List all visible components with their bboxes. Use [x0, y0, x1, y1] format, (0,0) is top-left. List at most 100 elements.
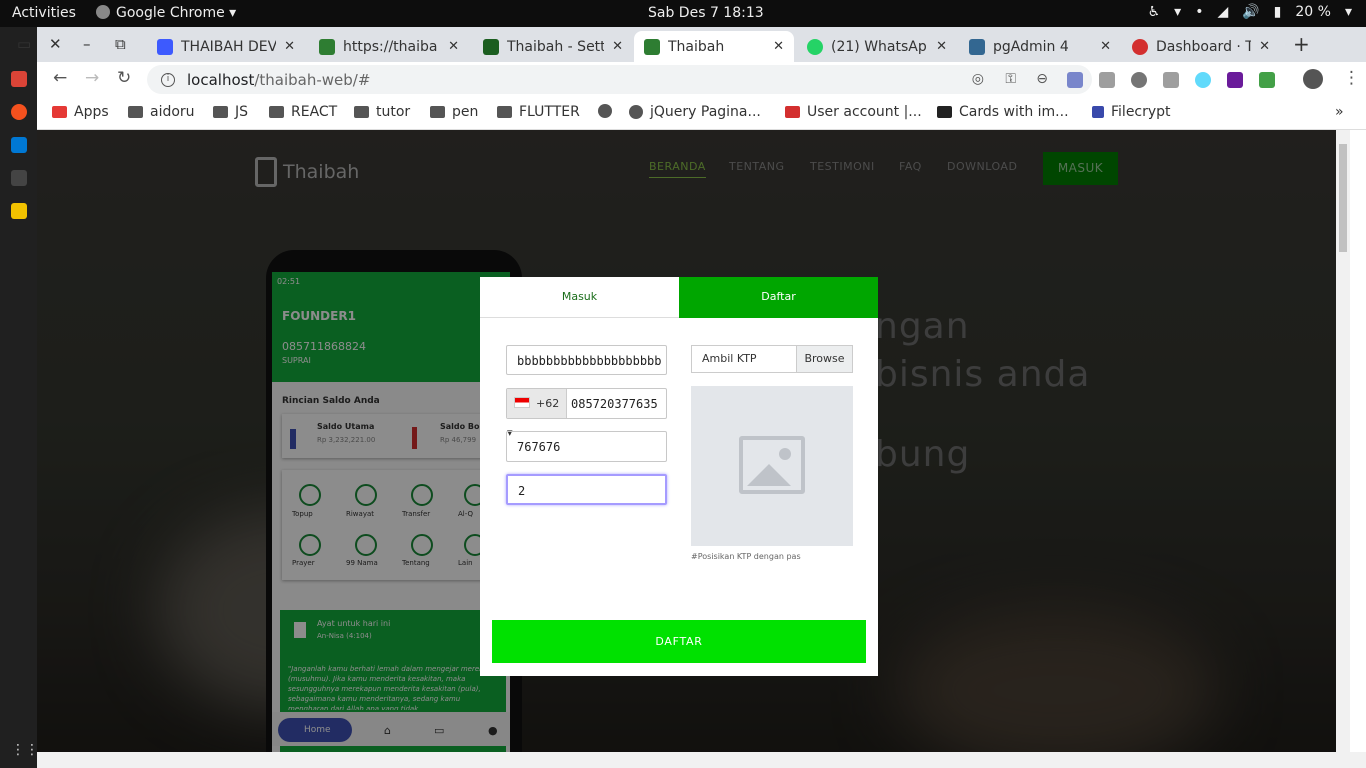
php-extension-icon[interactable] — [1067, 72, 1083, 88]
bookmark-folder[interactable]: REACT — [269, 104, 337, 120]
tab-title: https://thaiba — [343, 38, 438, 55]
system-tray[interactable]: ♿ ▾ • ◢ 🔊 ▮ 20 % ▾ — [1148, 4, 1352, 20]
vertical-scrollbar[interactable] — [1336, 130, 1350, 752]
react-extension-icon[interactable] — [1195, 72, 1211, 88]
close-tab-icon[interactable]: ✕ — [773, 39, 784, 54]
country-code-select[interactable]: +62 ▾ — [507, 389, 567, 439]
pin-input[interactable]: 767676 — [506, 431, 667, 462]
tab-thaibah[interactable]: Thaibah ✕ — [634, 31, 794, 62]
close-tab-icon[interactable]: ✕ — [1100, 39, 1111, 54]
apps-icon — [52, 106, 67, 118]
close-tab-icon[interactable]: ✕ — [936, 39, 947, 54]
pgadmin-icon — [969, 38, 985, 55]
browse-button[interactable]: Browse — [796, 346, 852, 372]
url-host: localhost — [187, 70, 255, 89]
tab-https-thaiba[interactable]: https://thaiba ✕ — [309, 31, 469, 62]
notes-dock-icon[interactable] — [10, 203, 27, 219]
reload-icon[interactable]: ↻ — [117, 68, 131, 88]
tab-thaibah-settings[interactable]: Thaibah - Setti ✕ — [473, 31, 633, 62]
postman-dock-icon[interactable] — [10, 104, 27, 120]
bookmark-folder[interactable]: pen — [430, 104, 478, 120]
minimize-icon[interactable]: – — [83, 35, 91, 53]
close-tab-icon[interactable]: ✕ — [1259, 39, 1270, 54]
back-icon[interactable]: ← — [53, 68, 67, 88]
camera-extension-icon[interactable] — [1099, 72, 1115, 88]
bookmark-folder[interactable]: tutor — [354, 104, 410, 120]
close-tab-icon[interactable]: ✕ — [284, 39, 295, 54]
register-modal: Masuk Daftar bbbbbbbbbbbbbbbbbbbb 085720… — [480, 277, 878, 676]
scroll-thumb[interactable] — [1339, 144, 1347, 252]
globe-icon — [629, 105, 643, 119]
daftar-submit-button[interactable]: DAFTAR — [492, 620, 866, 663]
terminal-dock-icon[interactable] — [10, 170, 27, 186]
shield-icon — [1092, 106, 1104, 118]
cors-extension-icon[interactable] — [1259, 72, 1275, 88]
clock[interactable]: Sab Des 7 18:13 — [648, 5, 764, 21]
bookmark-link[interactable]: Filecrypt — [1092, 104, 1171, 120]
tab-daftar[interactable]: Daftar — [679, 277, 878, 318]
indonesia-flag-icon — [514, 397, 530, 408]
user-account-icon — [785, 106, 800, 118]
tab-thaibah-dev[interactable]: THAIBAH DEV ✕ — [147, 31, 305, 62]
more-menu-icon[interactable]: ⋮ — [1343, 68, 1360, 88]
b-extension-icon[interactable] — [1227, 72, 1243, 88]
chrome-dock-icon[interactable] — [10, 71, 27, 87]
vscode-dock-icon[interactable] — [10, 137, 27, 153]
folder-icon — [430, 106, 445, 118]
tab-title: Dashboard · Th — [1156, 38, 1252, 55]
accessibility-icon[interactable]: ♿ — [1148, 4, 1161, 20]
new-tab-button[interactable]: + — [1293, 32, 1310, 56]
files-icon[interactable]: ▭ — [17, 35, 31, 53]
battery-icon: ▮ — [1273, 4, 1282, 20]
chrome-icon — [96, 5, 110, 19]
bookmark-folder[interactable]: FLUTTER — [497, 104, 580, 120]
country-code: +62 — [536, 397, 560, 410]
tab-pgadmin[interactable]: pgAdmin 4 ✕ — [959, 31, 1121, 62]
app-menu[interactable]: Google Chrome ▾ — [96, 5, 236, 21]
tab-masuk[interactable]: Masuk — [480, 277, 679, 318]
bookmark-link[interactable]: jQuery Pagina... — [629, 104, 761, 120]
thaibah-icon — [644, 38, 660, 55]
tab-whatsapp[interactable]: (21) WhatsApp ✕ — [797, 31, 957, 62]
info-icon[interactable]: i — [161, 72, 175, 87]
extension-icon[interactable] — [1131, 72, 1147, 88]
tab-dashboard[interactable]: Dashboard · Th ✕ — [1122, 31, 1280, 62]
address-bar[interactable]: i localhost/thaibah-web/# ◎ ⚿ ⊖ ☆ — [147, 65, 1092, 94]
activities-button[interactable]: Activities — [12, 5, 76, 21]
image-placeholder-mountain — [747, 464, 791, 486]
browser-window: ▭ ✕ – ⧉ THAIBAH DEV ✕ https://thaiba ✕ Tha… — [17, 27, 1366, 768]
dock: ⋮⋮⋮ — [0, 27, 53, 768]
referral-input[interactable]: 2 — [506, 474, 667, 505]
restore-icon[interactable]: ⧉ — [115, 35, 126, 53]
power-menu-icon[interactable]: ▾ — [1345, 4, 1352, 20]
whatsapp-icon — [807, 38, 823, 55]
ktp-preview — [691, 386, 853, 546]
tab-title: THAIBAH DEV — [181, 38, 277, 55]
volume-icon[interactable]: 🔊 — [1242, 4, 1259, 20]
close-tab-icon[interactable]: ✕ — [448, 39, 459, 54]
chevron-down-icon[interactable]: ▾ — [1174, 4, 1181, 20]
bookmark-link[interactable]: Cards with im... — [937, 104, 1069, 120]
bookmark-link[interactable] — [598, 104, 619, 118]
bookmark-apps[interactable]: Apps — [52, 104, 109, 120]
wifi-icon[interactable]: ◢ — [1217, 4, 1228, 20]
close-tab-icon[interactable]: ✕ — [612, 39, 623, 54]
profile-avatar[interactable] — [1303, 69, 1323, 89]
vue-extension-icon[interactable] — [1163, 72, 1179, 88]
trello-icon — [157, 38, 173, 55]
url-path: /thaibah-web/# — [254, 70, 371, 89]
ktp-hint: #Posisikan KTP dengan pas — [691, 552, 801, 561]
horizontal-scrollbar[interactable] — [37, 752, 1366, 768]
bookmark-folder[interactable]: aidoru — [128, 104, 195, 120]
zoom-icon[interactable]: ⊖ — [1036, 71, 1048, 87]
bookmark-link[interactable]: User account |... — [785, 104, 922, 120]
location-icon[interactable]: ◎ — [972, 71, 984, 87]
key-icon[interactable]: ⚿ — [1005, 71, 1016, 87]
close-window-icon[interactable]: ✕ — [49, 35, 62, 53]
more-bookmarks-icon[interactable]: » — [1335, 104, 1344, 120]
tab-title: Thaibah - Setti — [507, 38, 605, 55]
name-input[interactable]: bbbbbbbbbbbbbbbbbbbb — [506, 345, 667, 375]
forward-icon[interactable]: → — [85, 68, 99, 88]
bookmark-folder[interactable]: JS — [213, 104, 248, 120]
ktp-file-input[interactable]: Ambil KTP Browse — [691, 345, 853, 373]
